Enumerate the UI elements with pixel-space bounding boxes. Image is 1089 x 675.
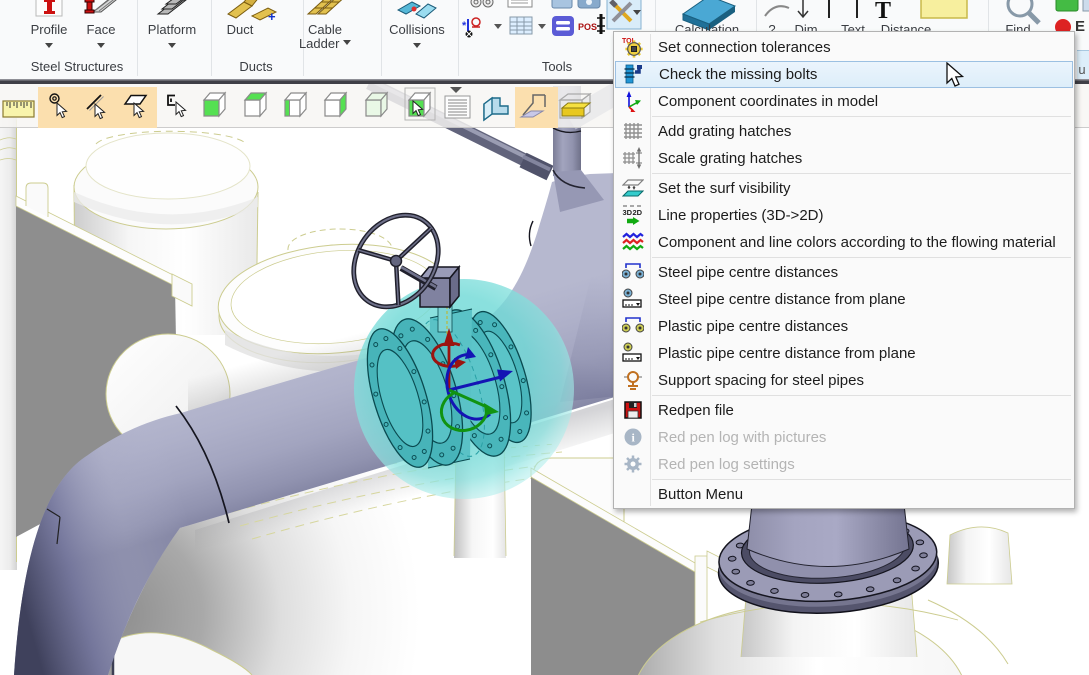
svg-text:T: T — [875, 0, 891, 24]
svg-text:3D: 3D — [622, 208, 632, 217]
svg-text:POS: POS — [578, 22, 597, 32]
svg-text:2D: 2D — [632, 208, 642, 217]
svg-text:E: E — [1075, 18, 1085, 35]
svg-text:*: * — [462, 20, 467, 32]
svg-text:+: + — [268, 9, 276, 24]
